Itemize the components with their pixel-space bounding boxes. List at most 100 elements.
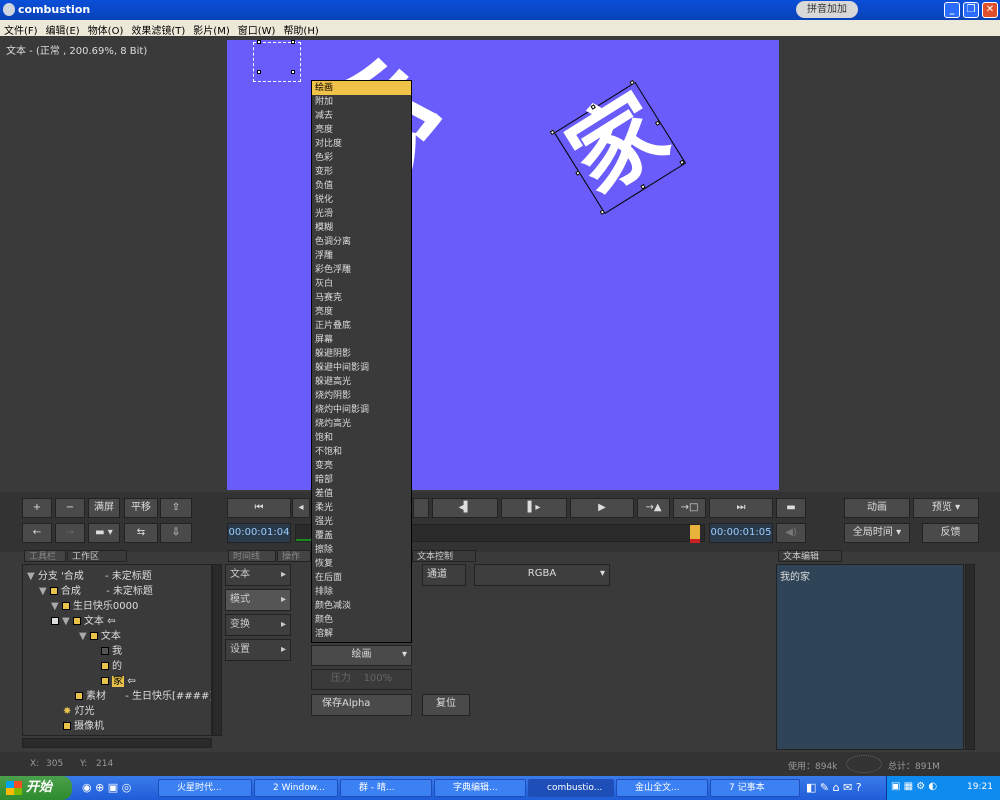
blend-mode-option[interactable]: 溶解	[312, 627, 411, 641]
tree-row-composite[interactable]: ▼ 合成 - 未定标题	[39, 582, 153, 597]
tree-row-char[interactable]: 我	[101, 642, 122, 657]
next-frame-button[interactable]: ▌▸	[501, 498, 567, 518]
mode-select[interactable]: 绘画 ▾	[311, 645, 412, 666]
blend-mode-option[interactable]: 彩色浮雕	[312, 263, 411, 277]
tree-row-text-object[interactable]: ▼ 文本	[79, 627, 121, 642]
menu-help[interactable]: 帮助(H)	[279, 20, 322, 37]
tab-text-control[interactable]: 文本控制	[412, 550, 476, 562]
tree-hscrollbar[interactable]	[22, 738, 212, 748]
tree-row-camera[interactable]: 摄像机	[63, 717, 104, 732]
color-swatch-button[interactable]: ▬ ▾	[88, 523, 120, 543]
menu-file[interactable]: 文件(F)	[0, 20, 42, 37]
tree-row-char-selected[interactable]: 家 ⇦	[101, 672, 136, 687]
channel-select[interactable]: RGBA ▾	[474, 564, 610, 586]
back-arrow-icon[interactable]: ←	[22, 523, 52, 543]
blend-mode-option[interactable]: 躲避阴影	[312, 347, 411, 361]
tree-scrollbar[interactable]	[212, 564, 222, 736]
canvas-viewport[interactable]: 你 家	[227, 40, 779, 490]
go-to-end-button[interactable]: ⏭	[709, 498, 773, 518]
export-icon[interactable]: ⇧	[160, 498, 192, 518]
blend-mode-option[interactable]: 颜色减淡	[312, 599, 411, 613]
menu-movie[interactable]: 影片(M)	[189, 20, 233, 37]
blend-mode-option[interactable]: 颜色	[312, 613, 411, 627]
maximize-button[interactable]: ❐	[963, 2, 979, 18]
tree-row-text-layer[interactable]: ▼ 文本 ⇦	[51, 612, 115, 627]
blend-mode-option[interactable]: 对比度	[312, 137, 411, 151]
tree-row-char[interactable]: 的	[101, 657, 122, 672]
tree-row-branch[interactable]: ▼ 分支 '合成 - 未定标题	[27, 567, 152, 582]
quicklaunch-icons[interactable]: ◉ ⊕ ▣ ◎	[82, 781, 131, 794]
blend-mode-option[interactable]: 负值	[312, 179, 411, 193]
blend-mode-option[interactable]: 浮雕	[312, 249, 411, 263]
blend-mode-option[interactable]: 减去	[312, 109, 411, 123]
blend-mode-option[interactable]: 烧灼高光	[312, 417, 411, 431]
audio-button[interactable]: ▬	[776, 498, 806, 518]
tree-row-layer[interactable]: ▼ 生日快乐0000	[51, 597, 138, 612]
tab-operate[interactable]: 操作	[277, 550, 311, 562]
prev-frame-button[interactable]: ◂▌	[432, 498, 498, 518]
blend-mode-option[interactable]: 屏幕	[312, 333, 411, 347]
blend-mode-option[interactable]: 烧灼阴影	[312, 389, 411, 403]
feedback-button[interactable]: 反馈	[922, 523, 979, 543]
blend-mode-dropdown[interactable]: 绘画 附加 减去 亮度 对比度 色彩 变形 负值 锐化 光滑 模糊 色调分离 浮雕 彩色浮雕 灰白 马赛克 亮度…	[311, 80, 412, 643]
menu-object[interactable]: 物体(O)	[84, 20, 128, 37]
tree-row-light[interactable]: ✸ 灯光	[63, 702, 95, 717]
blend-mode-option[interactable]: 排除	[312, 585, 411, 599]
side-button-text[interactable]: 文本 ▸	[225, 564, 291, 586]
animate-button[interactable]: 动画	[844, 498, 910, 518]
text-edit-scrollbar[interactable]	[965, 564, 975, 750]
reset-button[interactable]: 复位	[422, 694, 470, 716]
tab-text-edit[interactable]: 文本编辑	[778, 550, 842, 562]
blend-mode-option[interactable]: 不饱和	[312, 445, 411, 459]
out-point-button[interactable]: →□	[673, 498, 706, 518]
minimize-button[interactable]: _	[944, 2, 960, 18]
blend-mode-option[interactable]: 柔光	[312, 501, 411, 515]
blend-mode-option[interactable]: 覆盖	[312, 529, 411, 543]
blend-mode-option[interactable]: 饱和	[312, 431, 411, 445]
tab-toolbox[interactable]: 工具栏	[24, 550, 66, 562]
blend-mode-option[interactable]: 马赛克	[312, 291, 411, 305]
prev-key-button[interactable]: ◂	[292, 498, 310, 518]
taskbar-item[interactable]: 2 Window...	[254, 779, 338, 797]
taskbar-item[interactable]: 7 记事本	[710, 779, 800, 797]
blend-mode-option[interactable]: 模糊	[312, 221, 411, 235]
selection-handle[interactable]	[291, 40, 295, 44]
loop-button[interactable]: →▲	[637, 498, 670, 518]
blend-mode-option[interactable]: 在后面	[312, 571, 411, 585]
global-time-select[interactable]: 全局时间 ▾	[844, 523, 910, 543]
blend-mode-option[interactable]: 灰白	[312, 277, 411, 291]
blend-mode-option[interactable]: 色调分离	[312, 235, 411, 249]
visibility-icon[interactable]	[51, 617, 59, 625]
blend-mode-option[interactable]: 差值	[312, 487, 411, 501]
blend-mode-option[interactable]: 变形	[312, 165, 411, 179]
blend-mode-option[interactable]: 暗部	[312, 473, 411, 487]
step-back-button[interactable]	[413, 498, 429, 518]
speaker-icon[interactable]: ◀)	[776, 523, 806, 543]
blend-mode-option[interactable]: 亮度	[312, 305, 411, 319]
selection-handle[interactable]	[257, 40, 261, 44]
blend-mode-option[interactable]: 锐化	[312, 193, 411, 207]
forward-arrow-icon[interactable]: →	[55, 523, 85, 543]
blend-mode-option[interactable]: 躲避中间影调	[312, 361, 411, 375]
side-button-settings[interactable]: 设置 ▸	[225, 639, 291, 661]
blend-mode-option[interactable]: 擦除	[312, 543, 411, 557]
blend-mode-option[interactable]: 变亮	[312, 459, 411, 473]
fullscreen-button[interactable]: 满屏	[88, 498, 120, 518]
tray-icons[interactable]: ▣ ▦ ⚙ ◐	[891, 781, 937, 792]
tab-workspace[interactable]: 工作区	[67, 550, 127, 562]
taskbar-item[interactable]: 火星时代...	[158, 779, 252, 797]
current-time-field[interactable]: 00:00:01:04	[227, 523, 291, 543]
save-alpha-checkbox[interactable]: 保存Alpha	[311, 694, 412, 716]
side-button-mode[interactable]: 模式 ▸	[225, 589, 291, 611]
blend-mode-option[interactable]: 正片叠底	[312, 319, 411, 333]
transformed-text-layer[interactable]: 家	[549, 74, 687, 215]
taskbar-item[interactable]: 群 - 晴...	[340, 779, 432, 797]
blend-mode-option[interactable]: 色彩	[312, 151, 411, 165]
connect-icon[interactable]: ⇆	[124, 523, 158, 543]
blend-mode-option[interactable]: 强光	[312, 515, 411, 529]
blend-mode-option[interactable]: 绘画	[312, 81, 411, 95]
taskbar-item[interactable]: 金山全文...	[616, 779, 708, 797]
blend-mode-option[interactable]: 亮度	[312, 123, 411, 137]
ime-indicator[interactable]: 拼音加加	[796, 1, 858, 18]
blend-mode-option[interactable]: 恢复	[312, 557, 411, 571]
